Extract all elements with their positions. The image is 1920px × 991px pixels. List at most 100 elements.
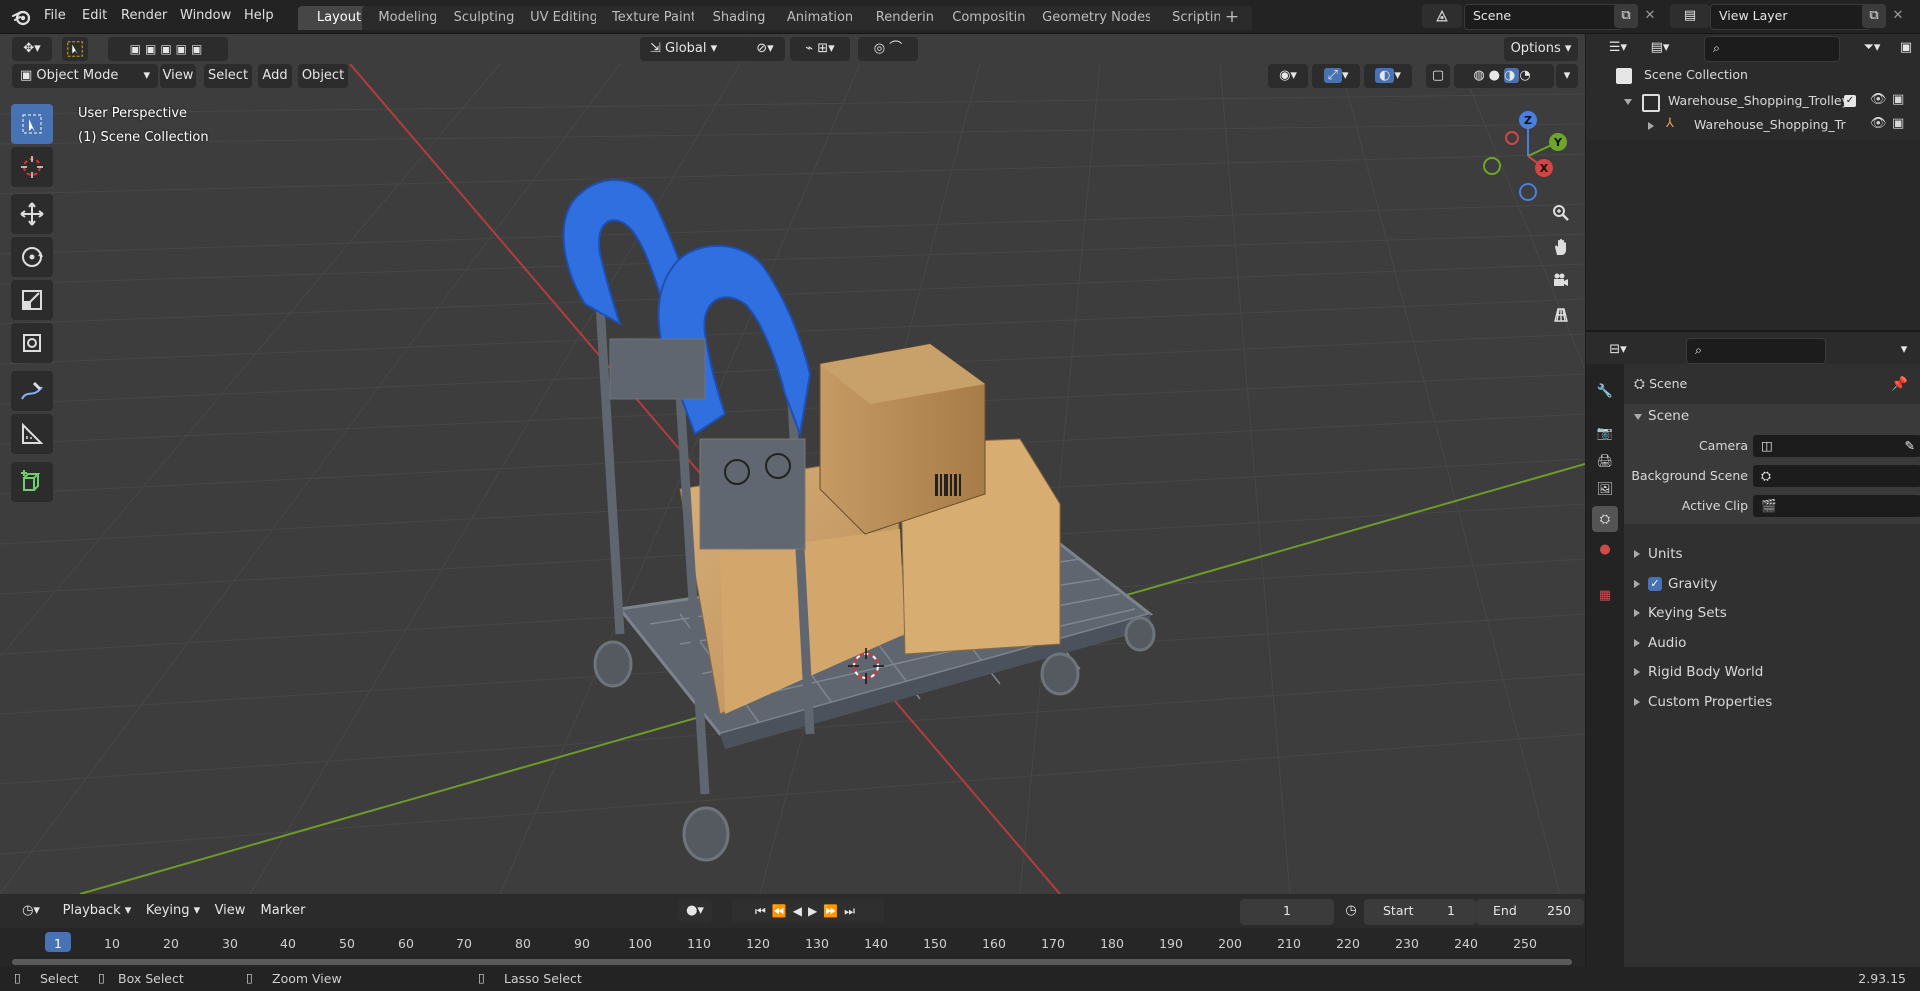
add-workspace-icon[interactable]: +: [1220, 6, 1244, 30]
view-layer-tab-icon[interactable]: 🖼: [1592, 476, 1618, 502]
background-scene-field[interactable]: ⛭: [1752, 464, 1920, 488]
section-gravity[interactable]: ✓ Gravity: [1634, 572, 1717, 596]
section-keying-sets[interactable]: Keying Sets: [1634, 601, 1727, 625]
properties-editor-type-icon[interactable]: ⊟▾: [1600, 338, 1636, 362]
expand-icon[interactable]: [1648, 122, 1654, 130]
properties-search-input[interactable]: ⌕: [1686, 338, 1826, 364]
pin-icon[interactable]: 📌: [1891, 372, 1908, 396]
render-tab-icon[interactable]: 📷: [1592, 420, 1618, 446]
timeline-editor-type-icon[interactable]: ◷▾: [12, 899, 50, 923]
expand-icon[interactable]: [1624, 99, 1632, 105]
gravity-checkbox[interactable]: ✓: [1648, 577, 1662, 591]
section-custom-properties[interactable]: Custom Properties: [1634, 690, 1772, 714]
orientation-dropdown[interactable]: ⇲ Global ▾: [640, 37, 750, 61]
options-dropdown[interactable]: Options ▾: [1504, 37, 1578, 61]
properties-options-icon[interactable]: ▾: [1892, 338, 1916, 362]
selection-mode-icons[interactable]: ▣▣▣▣▣: [108, 37, 228, 61]
visibility-icon[interactable]: ◉▾: [1268, 64, 1308, 88]
keying-menu[interactable]: Keying ▾: [140, 899, 206, 923]
view-layer-field[interactable]: View Layer: [1710, 4, 1870, 30]
outliner-row-object[interactable]: ⅄ Warehouse_Shopping_Tr 👁 ▣: [1586, 114, 1920, 138]
move-tool[interactable]: [11, 194, 53, 234]
scale-tool[interactable]: [11, 280, 53, 320]
pivot-point-icon[interactable]: ⊘▾: [745, 37, 785, 61]
section-units[interactable]: Units: [1634, 542, 1683, 566]
timeline-view-menu[interactable]: View: [212, 899, 248, 923]
timeline-scrollbar[interactable]: [12, 959, 1572, 965]
annotate-tool[interactable]: [11, 371, 53, 411]
select-box-tool[interactable]: [11, 104, 53, 144]
section-rigid-body-world[interactable]: Rigid Body World: [1634, 660, 1763, 684]
menu-help[interactable]: Help: [244, 6, 274, 26]
menu-render[interactable]: Render: [121, 6, 167, 26]
menu-view[interactable]: View: [160, 64, 196, 88]
tool-tab-icon[interactable]: 🔧: [1592, 378, 1618, 404]
camera-view-icon[interactable]: [1546, 266, 1576, 296]
object-mode-dropdown[interactable]: ▣ Object Mode ▾: [12, 64, 158, 88]
outliner-root-row[interactable]: Scene Collection: [1586, 64, 1920, 88]
proportional-edit-icon[interactable]: ◎ ⌒: [858, 37, 918, 61]
eye-icon[interactable]: 👁: [1870, 116, 1887, 131]
transform-tool[interactable]: [11, 323, 53, 363]
scene-name-field[interactable]: Scene: [1464, 4, 1622, 30]
output-tab-icon[interactable]: 🖨: [1592, 448, 1618, 474]
eyedropper-icon[interactable]: ✎: [1905, 435, 1915, 457]
marker-menu[interactable]: Marker: [258, 899, 308, 923]
playback-controls[interactable]: ⏮⏪◀▶⏩⏭: [732, 899, 884, 923]
current-frame-field[interactable]: 1: [1240, 899, 1334, 925]
eye-icon[interactable]: 👁: [1870, 92, 1887, 107]
filter-icon[interactable]: ⏷▾: [1854, 36, 1890, 60]
playback-menu[interactable]: Playback ▾: [58, 899, 136, 923]
measure-tool[interactable]: [11, 414, 53, 454]
ortho-toggle-icon[interactable]: [1546, 300, 1576, 330]
close-view-layer-icon[interactable]: ✕: [1888, 4, 1908, 28]
camera-icon[interactable]: ▣: [1892, 116, 1904, 131]
scene-panel-header[interactable]: Scene: [1624, 404, 1920, 430]
snap-icon[interactable]: ⌁ ⊞▾: [790, 37, 850, 61]
view-layer-selector-icon[interactable]: ▤: [1670, 4, 1710, 28]
rotate-tool[interactable]: [11, 237, 53, 277]
blender-logo-icon[interactable]: [12, 7, 32, 27]
scene-selector-icon[interactable]: [1422, 4, 1462, 28]
outliner-row-collection[interactable]: Warehouse_Shopping_Trolley ✓ 👁 ▣: [1586, 90, 1920, 114]
gizmo-toggle-icon[interactable]: ⤢ ▾: [1312, 64, 1360, 88]
menu-object[interactable]: Object: [298, 64, 348, 88]
menu-add[interactable]: Add: [258, 64, 292, 88]
exclude-checkbox[interactable]: ✓: [1844, 95, 1856, 107]
overlays-toggle-icon[interactable]: ◐ ▾: [1364, 64, 1412, 88]
scene-tab-icon[interactable]: ⛭: [1592, 506, 1618, 532]
camera-field[interactable]: ◫ ✎: [1752, 434, 1920, 458]
copy-scene-icon[interactable]: ⧉: [1614, 4, 1638, 28]
editor-type-icon[interactable]: ✥▾: [12, 37, 52, 61]
3d-viewport[interactable]: ✥▾ ▣▣▣▣▣ ⇲ Global ▾ ⊘▾ ⌁ ⊞▾ ◎ ⌒ Options …: [0, 34, 1585, 894]
shading-mode-icons[interactable]: ◍●◑◔: [1454, 64, 1554, 88]
display-mode-icon[interactable]: ▤▾: [1642, 36, 1678, 60]
auto-key-icon[interactable]: ●▾: [678, 899, 712, 923]
world-tab-icon[interactable]: ●: [1592, 536, 1618, 562]
shading-options-icon[interactable]: ▾: [1556, 64, 1578, 88]
select-tool-icon[interactable]: [62, 37, 88, 61]
new-collection-icon[interactable]: ▣: [1896, 36, 1916, 60]
zoom-view-icon[interactable]: [1546, 198, 1576, 228]
section-audio[interactable]: Audio: [1634, 631, 1686, 655]
add-cube-tool[interactable]: [11, 462, 53, 502]
menu-file[interactable]: File: [44, 6, 66, 26]
active-clip-field[interactable]: 🎬: [1752, 494, 1920, 518]
navigation-gizmo[interactable]: Z Y X: [1476, 106, 1576, 206]
xray-toggle-icon[interactable]: ▢: [1426, 64, 1450, 88]
cursor-tool[interactable]: [11, 147, 53, 187]
start-frame-field[interactable]: Start 1: [1364, 899, 1476, 925]
tab-geometry-nodes[interactable]: Geometry Nodes: [1026, 6, 1168, 30]
texture-tab-icon[interactable]: ▦: [1592, 582, 1618, 608]
menu-window[interactable]: Window: [180, 6, 231, 26]
close-scene-icon[interactable]: ✕: [1640, 4, 1660, 28]
outliner-editor-type-icon[interactable]: ☰▾: [1600, 36, 1636, 60]
outliner-search-input[interactable]: ⌕: [1704, 36, 1840, 62]
preview-range-icon[interactable]: ◷: [1340, 899, 1362, 923]
copy-view-layer-icon[interactable]: ⧉: [1862, 4, 1886, 28]
end-frame-field[interactable]: End 250: [1476, 899, 1584, 925]
menu-select[interactable]: Select: [204, 64, 252, 88]
pan-view-icon[interactable]: [1546, 232, 1576, 262]
menu-edit[interactable]: Edit: [82, 6, 107, 26]
camera-icon[interactable]: ▣: [1892, 92, 1904, 107]
